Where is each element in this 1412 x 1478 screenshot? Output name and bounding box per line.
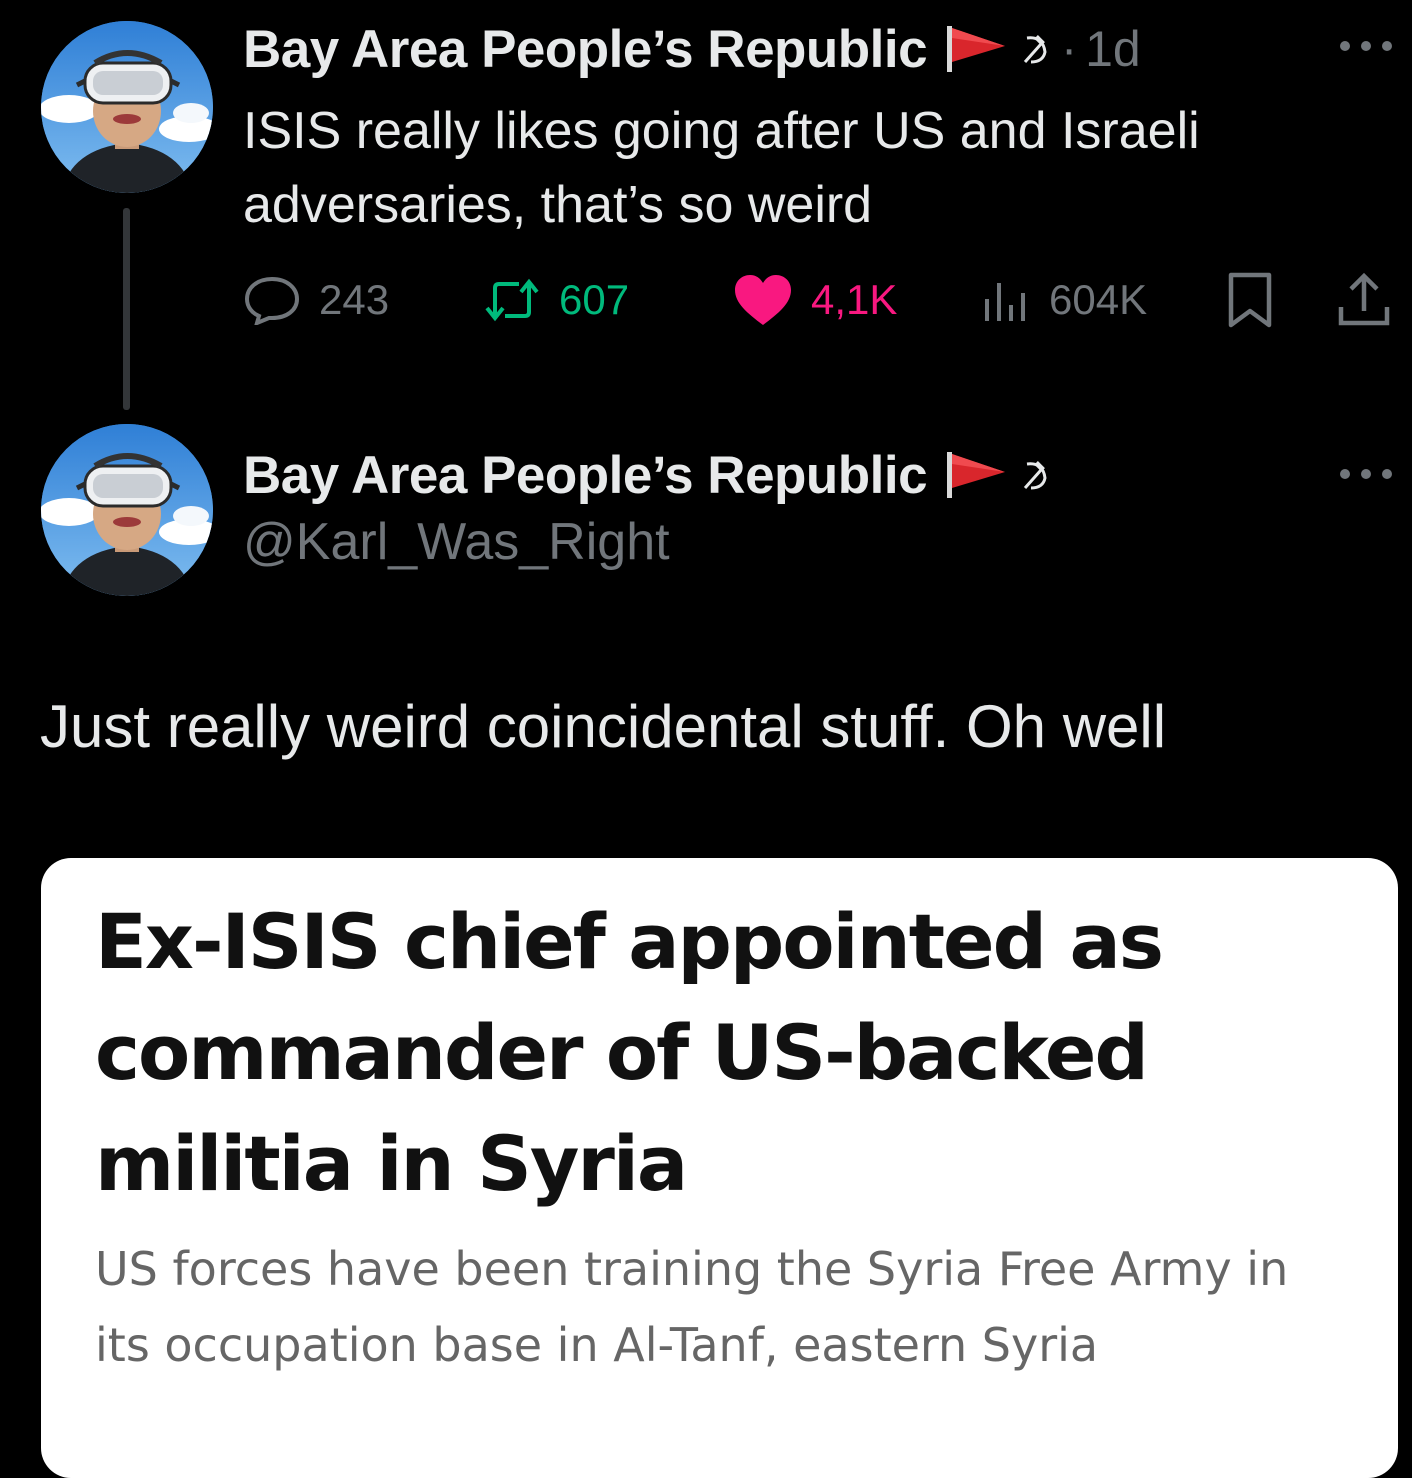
user-handle[interactable]: @Karl_Was_Right <box>243 512 670 572</box>
tweet-header: Bay Area People’s Republic · 1d <box>243 16 1141 82</box>
avatar-image <box>41 21 213 193</box>
red-flag-icon <box>947 26 1006 72</box>
retweet-count: 607 <box>559 276 630 323</box>
views-button[interactable]: 604K <box>981 268 1147 332</box>
tweet-text: Just really weird coincidental stuff. Oh… <box>40 693 1167 760</box>
like-button[interactable]: 4,1K <box>733 268 897 332</box>
reply-tweet[interactable]: Bay Area People’s Republic @Karl_Was_Rig… <box>0 420 1412 1478</box>
display-name[interactable]: Bay Area People’s Republic <box>243 19 928 80</box>
bookmark-button[interactable] <box>1225 268 1293 332</box>
view-count: 604K <box>1049 276 1148 323</box>
hammer-sickle-icon <box>1023 35 1047 64</box>
like-count: 4,1K <box>811 276 898 323</box>
avatar-image <box>41 424 213 596</box>
article-description: US forces have been training the Syria F… <box>95 1242 1289 1372</box>
analytics-icon <box>985 283 1025 321</box>
retweet-button[interactable]: 607 <box>483 268 629 332</box>
more-options-icon[interactable] <box>1338 464 1394 484</box>
timestamp[interactable]: 1d <box>1085 20 1141 78</box>
parent-tweet[interactable]: Bay Area People’s Republic · 1d ISIS rea… <box>0 0 1412 420</box>
share-icon <box>1338 272 1390 326</box>
more-options-icon[interactable] <box>1338 36 1394 56</box>
article-card[interactable]: Ex-ISIS chief appointed as commander of … <box>41 858 1398 1478</box>
tweet-actions: 243 607 4,1K 604K <box>243 268 1393 332</box>
red-flag-icon <box>947 452 1006 498</box>
reply-count: 243 <box>319 276 390 323</box>
article-title: Ex-ISIS chief appointed as commander of … <box>95 897 1164 1208</box>
hammer-sickle-icon <box>1023 461 1047 490</box>
reply-button[interactable]: 243 <box>243 268 389 332</box>
retweet-icon <box>485 278 539 322</box>
display-name[interactable]: Bay Area People’s Republic <box>243 445 928 506</box>
reply-icon <box>244 276 300 325</box>
tweet-text: ISIS really likes going after US and Isr… <box>243 102 1200 234</box>
heart-icon <box>735 275 791 325</box>
avatar[interactable] <box>41 21 213 193</box>
avatar[interactable] <box>41 424 213 596</box>
separator-dot: · <box>1061 22 1078 76</box>
thread-connector-line <box>123 208 130 410</box>
share-button[interactable] <box>1337 268 1409 332</box>
tweet-header: Bay Area People’s Republic <box>243 442 1051 508</box>
bookmark-icon <box>1228 272 1272 328</box>
